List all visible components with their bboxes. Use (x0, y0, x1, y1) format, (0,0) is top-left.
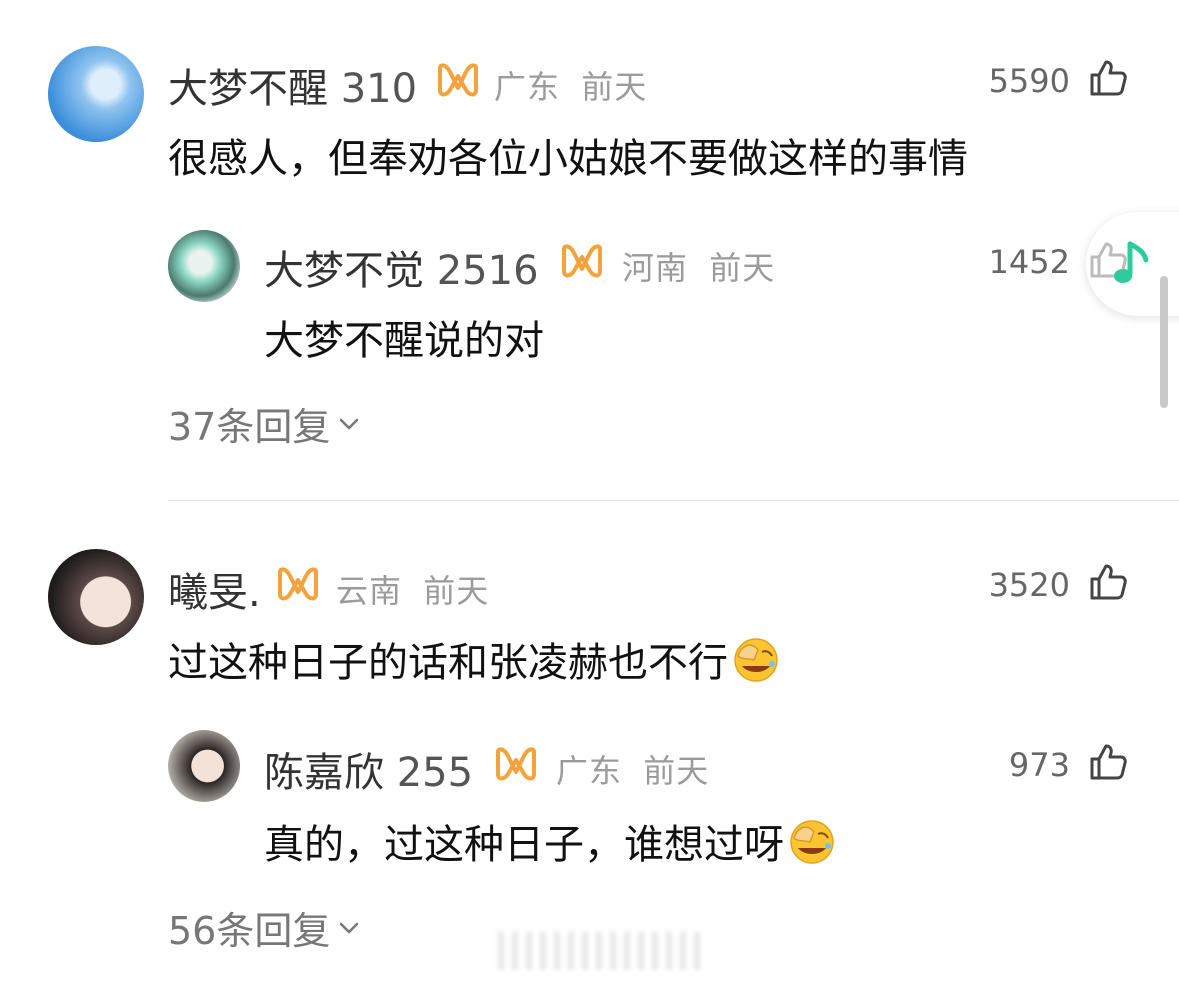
like-count: 5590 (988, 62, 1070, 100)
comment-text: 过这种日子的话和张凌赫也不行 (168, 630, 780, 688)
user-level: 255 (396, 750, 474, 796)
timestamp: 前天 (581, 68, 648, 106)
thumbs-up-icon[interactable] (1088, 58, 1128, 98)
timestamp: 前天 (423, 572, 490, 610)
vip-badge-icon (496, 747, 536, 781)
comment-meta: 广东 前天 (556, 746, 709, 792)
comment-meta: 云南 前天 (336, 566, 489, 612)
avatar[interactable] (48, 549, 144, 645)
comment-meta: 广东 前天 (494, 62, 647, 108)
avatar[interactable] (168, 730, 240, 802)
location: 广东 (494, 68, 561, 106)
reply-text-content: 真的，过这种日子，谁想过呀 (264, 822, 784, 868)
scrollbar[interactable] (1160, 276, 1168, 408)
vip-badge-icon (438, 63, 478, 97)
comment-text: 很感人，但奉劝各位小姑娘不要做这样的事情 (168, 136, 968, 182)
user-level: 2516 (436, 248, 539, 294)
user-level: 310 (340, 66, 418, 112)
face-palm-laughing-emoji (790, 820, 834, 864)
chevron-down-icon (340, 418, 359, 429)
reply-username[interactable]: 陈嘉欣 255 (264, 740, 473, 798)
reply-count-label: 37条回复 (168, 405, 331, 449)
watermark (498, 932, 708, 970)
comment-username[interactable]: 曦旻. (168, 560, 261, 618)
username-text[interactable]: 陈嘉欣 (264, 750, 384, 796)
location: 河南 (622, 249, 689, 287)
thumbs-up-icon[interactable] (1088, 742, 1128, 782)
reply-text: 大梦不醒说的对 (264, 318, 544, 364)
divider (168, 500, 1179, 501)
view-replies-button[interactable]: 56条回复 (168, 900, 360, 955)
comment-username[interactable]: 大梦不醒 310 (168, 56, 417, 114)
thumbs-up-icon[interactable] (1088, 562, 1128, 602)
reply-count-label: 56条回复 (168, 909, 331, 953)
avatar[interactable] (48, 46, 144, 142)
reply-username[interactable]: 大梦不觉 2516 (264, 238, 539, 296)
reply-text: 真的，过这种日子，谁想过呀 (264, 812, 836, 870)
comment-text-content: 过这种日子的话和张凌赫也不行 (168, 640, 728, 686)
timestamp: 前天 (643, 752, 710, 790)
like-count: 973 (1008, 746, 1070, 784)
comment-meta: 河南 前天 (622, 243, 775, 289)
username-text[interactable]: 大梦不觉 (264, 248, 424, 294)
music-note-icon[interactable] (1110, 240, 1150, 290)
username-text[interactable]: 曦旻. (168, 570, 261, 616)
like-count: 1452 (988, 243, 1070, 281)
vip-badge-icon (278, 567, 318, 601)
vip-badge-icon (562, 244, 602, 278)
face-palm-laughing-emoji (734, 638, 778, 682)
location: 云南 (336, 572, 403, 610)
avatar[interactable] (168, 230, 240, 302)
timestamp: 前天 (709, 249, 776, 287)
username-text[interactable]: 大梦不醒 (168, 66, 328, 112)
like-count: 3520 (988, 566, 1070, 604)
view-replies-button[interactable]: 37条回复 (168, 396, 360, 451)
chevron-down-icon (340, 922, 359, 933)
location: 广东 (556, 752, 623, 790)
